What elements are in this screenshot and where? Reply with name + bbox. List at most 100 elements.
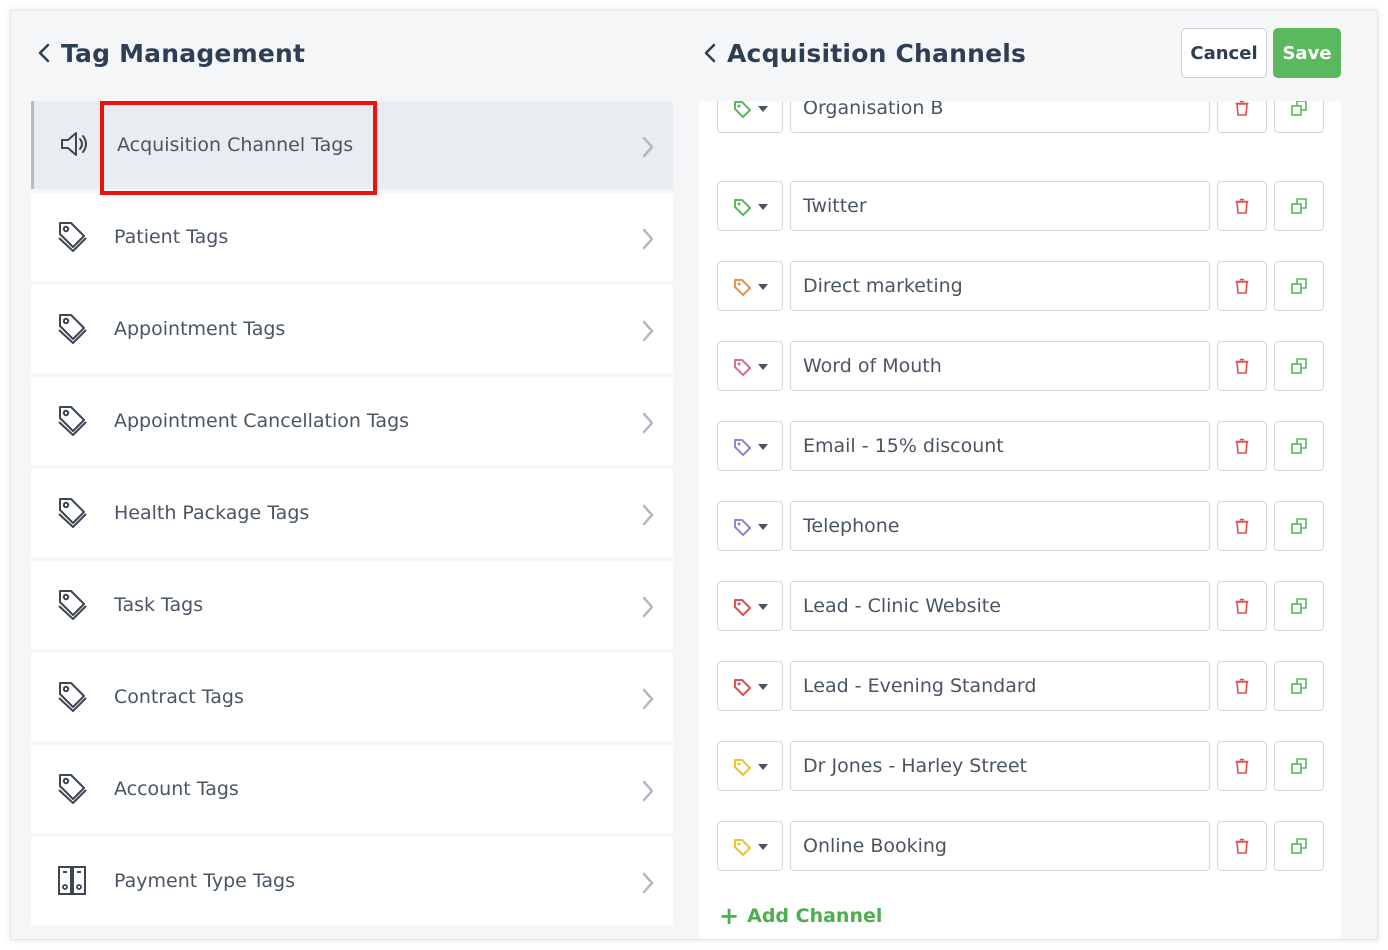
tag-category-list: Acquisition Channel Tags Patient Tags Appo… xyxy=(31,101,673,929)
tag-category-item[interactable]: Contract Tags xyxy=(31,653,673,741)
tag-category-item[interactable]: Health Package Tags xyxy=(31,469,673,557)
megaphone-icon xyxy=(61,132,87,156)
merge-icon xyxy=(1291,101,1307,116)
trash-icon xyxy=(1235,518,1249,534)
tag-color-dropdown[interactable] xyxy=(717,181,783,231)
channel-name-input[interactable] xyxy=(790,101,1210,133)
tag-category-item[interactable]: Acquisition Channel Tags xyxy=(31,101,673,189)
merge-channel-button[interactable] xyxy=(1274,421,1324,471)
merge-channel-button[interactable] xyxy=(1274,821,1324,871)
trash-icon xyxy=(1235,438,1249,454)
channel-row xyxy=(717,741,1324,791)
merge-icon xyxy=(1291,598,1307,614)
delete-channel-button[interactable] xyxy=(1217,741,1267,791)
channel-row xyxy=(717,821,1324,871)
chevron-right-icon xyxy=(642,412,654,434)
delete-channel-button[interactable] xyxy=(1217,341,1267,391)
channel-name-input[interactable] xyxy=(790,261,1210,311)
tag-color-dropdown[interactable] xyxy=(717,581,783,631)
tag-category-item[interactable]: Patient Tags xyxy=(31,193,673,281)
tag-color-dropdown[interactable] xyxy=(717,821,783,871)
delete-channel-button[interactable] xyxy=(1217,821,1267,871)
back-chevron-icon[interactable] xyxy=(37,43,51,63)
channel-name-input[interactable] xyxy=(790,501,1210,551)
merge-icon xyxy=(1291,758,1307,774)
cancel-button[interactable]: Cancel xyxy=(1181,28,1267,78)
tag-color-icon xyxy=(734,359,751,376)
chevron-right-icon xyxy=(642,780,654,802)
trash-icon xyxy=(1235,198,1249,214)
tag-category-item[interactable]: Payment Type Tags xyxy=(31,837,673,925)
delete-channel-button[interactable] xyxy=(1217,261,1267,311)
channel-name-input[interactable] xyxy=(790,581,1210,631)
trash-icon xyxy=(1235,758,1249,774)
tags-icon xyxy=(58,682,87,712)
chevron-right-icon xyxy=(642,872,654,894)
chevron-right-icon xyxy=(642,504,654,526)
channel-name-input[interactable] xyxy=(790,421,1210,471)
tag-category-label: Task Tags xyxy=(114,594,204,616)
merge-channel-button[interactable] xyxy=(1274,661,1324,711)
acquisition-channels-header[interactable]: Acquisition Channels xyxy=(703,37,1026,69)
merge-channel-button[interactable] xyxy=(1274,261,1324,311)
merge-channel-button[interactable] xyxy=(1274,341,1324,391)
add-channel-button[interactable]: + Add Channel xyxy=(719,904,882,928)
caret-down-icon xyxy=(758,444,768,450)
delete-channel-button[interactable] xyxy=(1217,501,1267,551)
tag-color-dropdown[interactable] xyxy=(717,741,783,791)
tag-color-icon xyxy=(734,199,751,216)
merge-channel-button[interactable] xyxy=(1274,741,1324,791)
merge-icon xyxy=(1291,358,1307,374)
tag-category-label: Appointment Tags xyxy=(114,318,286,340)
back-chevron-icon[interactable] xyxy=(703,43,717,63)
merge-channel-button[interactable] xyxy=(1274,181,1324,231)
tags-icon xyxy=(58,498,87,528)
channel-name-input[interactable] xyxy=(790,741,1210,791)
caret-down-icon xyxy=(758,604,768,610)
caret-down-icon xyxy=(758,364,768,370)
tag-category-label: Health Package Tags xyxy=(114,502,310,524)
chevron-right-icon xyxy=(642,596,654,618)
tag-color-icon xyxy=(734,759,751,776)
trash-icon xyxy=(1235,678,1249,694)
caret-down-icon xyxy=(758,684,768,690)
merge-channel-button[interactable] xyxy=(1274,581,1324,631)
channel-name-input[interactable] xyxy=(790,341,1210,391)
merge-icon xyxy=(1291,278,1307,294)
merge-icon xyxy=(1291,518,1307,534)
tag-color-dropdown[interactable] xyxy=(717,661,783,711)
tag-color-icon xyxy=(734,679,751,696)
tag-category-item[interactable]: Task Tags xyxy=(31,561,673,649)
channel-name-input[interactable] xyxy=(790,181,1210,231)
trash-icon xyxy=(1235,358,1249,374)
tag-color-dropdown[interactable] xyxy=(717,341,783,391)
tag-color-dropdown[interactable] xyxy=(717,501,783,551)
tags-icon xyxy=(58,774,87,804)
merge-icon xyxy=(1291,438,1307,454)
delete-channel-button[interactable] xyxy=(1217,661,1267,711)
channel-row xyxy=(717,501,1324,551)
tag-category-item[interactable]: Appointment Cancellation Tags xyxy=(31,377,673,465)
tag-color-dropdown[interactable] xyxy=(717,261,783,311)
tag-color-dropdown[interactable] xyxy=(717,421,783,471)
delete-channel-button[interactable] xyxy=(1217,101,1267,133)
channel-name-input[interactable] xyxy=(790,821,1210,871)
caret-down-icon xyxy=(758,764,768,770)
channel-row xyxy=(717,661,1324,711)
tag-management-header[interactable]: Tag Management xyxy=(37,37,305,69)
merge-channel-button[interactable] xyxy=(1274,101,1324,133)
tag-category-item[interactable]: Account Tags xyxy=(31,745,673,833)
delete-channel-button[interactable] xyxy=(1217,581,1267,631)
delete-channel-button[interactable] xyxy=(1217,181,1267,231)
channel-name-input[interactable] xyxy=(790,661,1210,711)
delete-channel-button[interactable] xyxy=(1217,421,1267,471)
merge-channel-button[interactable] xyxy=(1274,501,1324,551)
save-button[interactable]: Save xyxy=(1273,28,1341,78)
caret-down-icon xyxy=(758,284,768,290)
caret-down-icon xyxy=(758,844,768,850)
channel-row xyxy=(717,181,1324,231)
tag-color-dropdown[interactable] xyxy=(717,101,783,133)
caret-down-icon xyxy=(758,106,768,112)
tags-icon xyxy=(58,590,87,620)
tag-category-item[interactable]: Appointment Tags xyxy=(31,285,673,373)
